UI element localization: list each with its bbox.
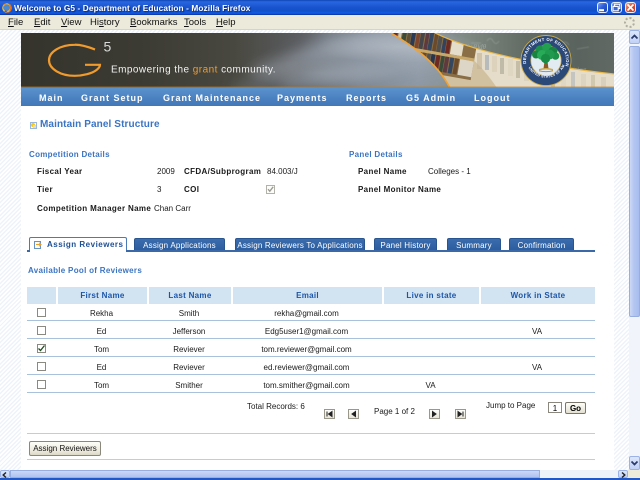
- svg-text:5: 5: [104, 39, 112, 55]
- svg-text:Empowering the grant community: Empowering the grant community.: [111, 65, 276, 76]
